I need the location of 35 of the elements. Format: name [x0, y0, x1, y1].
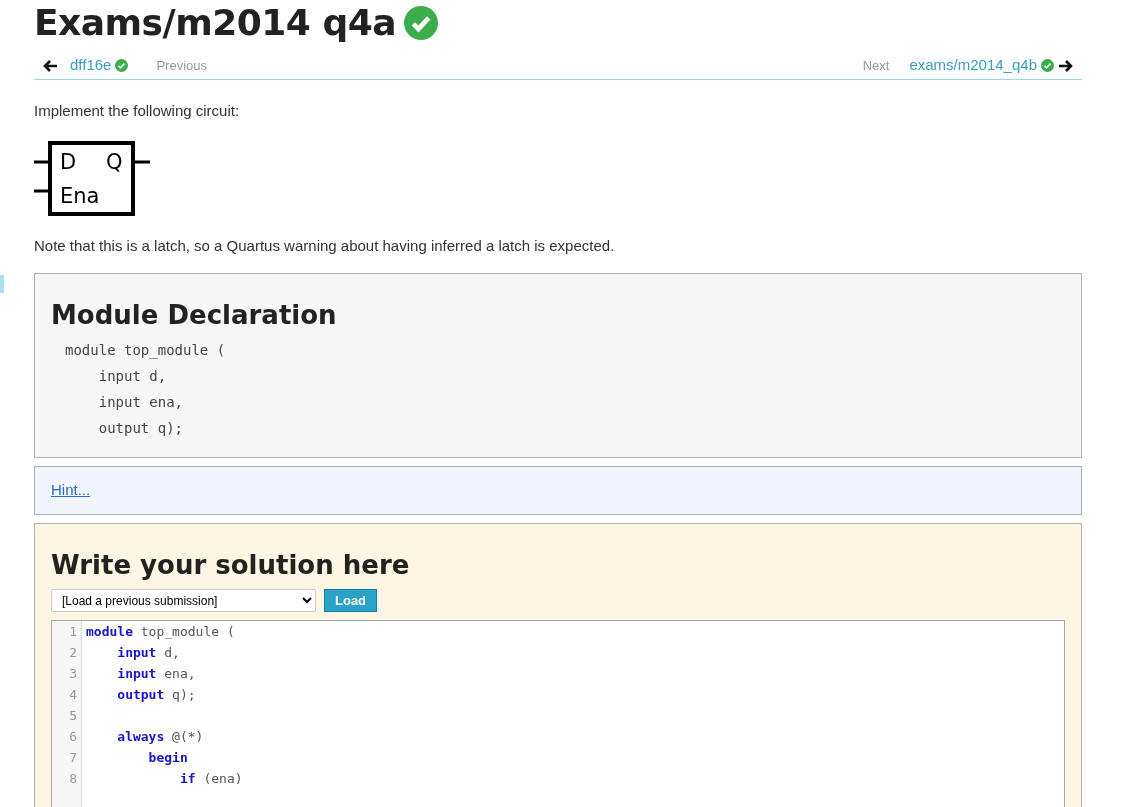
code-line: begin — [147, 749, 189, 768]
side-marker — [0, 275, 4, 293]
line-number: 5 — [68, 707, 77, 726]
code-line: input d, — [97, 367, 168, 387]
line-number: 7 — [68, 749, 77, 768]
panel-heading: Module Declaration — [51, 300, 338, 332]
code-line: input ena, — [97, 393, 184, 413]
line-number: 8 — [68, 770, 77, 789]
page-title: Exams/m2014 q4a — [34, 1, 397, 45]
hint-link[interactable]: Hint... — [51, 481, 91, 499]
code-line: output q); — [116, 686, 197, 705]
line-number: 1 — [68, 623, 77, 642]
previous-link[interactable]: dff16e — [70, 54, 112, 77]
code-line: module top_module ( — [86, 623, 236, 642]
line-number: 2 — [68, 644, 77, 663]
next-link[interactable]: exams/m2014_q4b — [909, 54, 1037, 77]
previous-label: Previous — [156, 56, 207, 75]
code-editor[interactable]: 1 2 3 4 5 6 7 8 module top_module ( input d, input ena, output q); always @(*) begin if (ena) — [51, 620, 1065, 807]
note-text: Note that this is a latch, so a Quartus warning about having inferred a latch is expected. — [34, 235, 616, 256]
code-line: always @(*) — [116, 728, 205, 747]
arrow-right-icon — [1058, 57, 1074, 74]
load-button[interactable]: Load — [324, 588, 378, 613]
code-line: if (ena) — [178, 770, 244, 789]
code-line: input d, — [116, 644, 181, 663]
submission-select[interactable]: [Load a previous submission] — [51, 589, 316, 613]
line-number: 4 — [68, 686, 77, 705]
code-line: input ena, — [116, 665, 197, 684]
next-label: Next — [862, 56, 890, 75]
line-number: 6 — [68, 728, 77, 747]
intro-text: Implement the following circuit: — [34, 101, 241, 121]
arrow-left-icon — [42, 57, 58, 74]
panel-heading: Write your solution here — [51, 549, 411, 581]
code-line: module top_module ( — [65, 341, 227, 361]
line-number: 3 — [68, 665, 77, 684]
code-line: output q); — [97, 419, 184, 439]
